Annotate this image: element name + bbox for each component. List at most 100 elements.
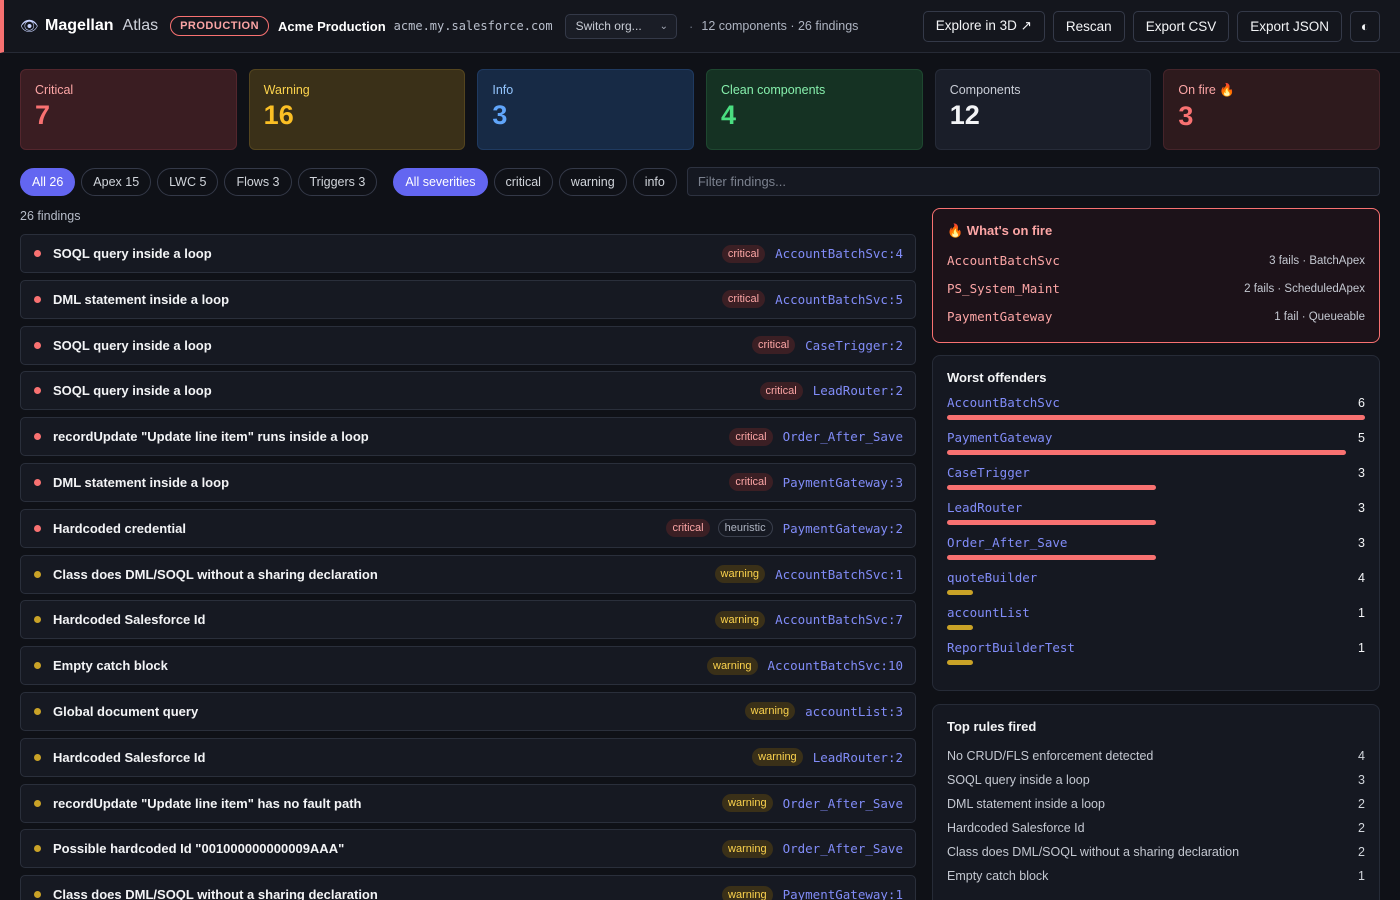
finding-location-link[interactable]: AccountBatchSvc:5 bbox=[775, 292, 903, 307]
finding-location-link[interactable]: PaymentGateway:3 bbox=[783, 475, 903, 490]
on-fire-component-link[interactable]: PaymentGateway bbox=[947, 309, 1052, 324]
rule-row[interactable]: Hardcoded Salesforce Id 2 bbox=[947, 821, 1365, 835]
filter-type-flows[interactable]: Flows 3 bbox=[224, 167, 292, 196]
offender-item[interactable]: Order_After_Save 3 bbox=[947, 535, 1365, 560]
severity-badge: warning bbox=[752, 748, 803, 767]
rule-row[interactable]: Class does DML/SOQL without a sharing de… bbox=[947, 845, 1365, 859]
offender-item[interactable]: LeadRouter 3 bbox=[947, 500, 1365, 525]
rule-row[interactable]: SOQL query inside a loop 3 bbox=[947, 773, 1365, 787]
offender-component-link[interactable]: quoteBuilder bbox=[947, 570, 1037, 585]
offender-component-link[interactable]: accountList bbox=[947, 605, 1030, 620]
finding-location-link[interactable]: Order_After_Save bbox=[783, 796, 903, 811]
on-fire-item[interactable]: PaymentGateway 1 fail · Queueable bbox=[947, 309, 1365, 324]
rule-row[interactable]: DML statement inside a loop 2 bbox=[947, 797, 1365, 811]
stat-card-critical[interactable]: Critical 7 bbox=[20, 69, 237, 150]
finding-row[interactable]: SOQL query inside a loop critical LeadRout… bbox=[20, 371, 916, 411]
finding-title: Hardcoded Salesforce Id bbox=[53, 749, 206, 765]
offender-component-link[interactable]: Order_After_Save bbox=[947, 535, 1067, 550]
finding-tags: critical Order_After_Save bbox=[729, 427, 903, 446]
filter-severity-all[interactable]: All severities bbox=[393, 167, 488, 196]
brand[interactable]: 👁 Magellan Atlas bbox=[20, 17, 158, 35]
offender-item[interactable]: AccountBatchSvc 6 bbox=[947, 395, 1365, 420]
finding-location-link[interactable]: LeadRouter:2 bbox=[813, 750, 903, 765]
rule-name: DML statement inside a loop bbox=[947, 797, 1105, 811]
finding-row[interactable]: Hardcoded Salesforce Id warning LeadRouter… bbox=[20, 737, 916, 777]
offender-count: 3 bbox=[1358, 535, 1365, 550]
top-rules-title: Top rules fired bbox=[947, 719, 1037, 734]
on-fire-component-link[interactable]: PS_System_Maint bbox=[947, 281, 1060, 296]
finding-row[interactable]: SOQL query inside a loop critical AccountB… bbox=[20, 234, 916, 273]
finding-location-link[interactable]: accountList:3 bbox=[805, 704, 903, 719]
severity-dot-icon bbox=[34, 250, 41, 257]
stat-card-warning[interactable]: Warning 16 bbox=[248, 69, 466, 150]
explore-3d-button[interactable]: Explore in 3D ↗ bbox=[922, 10, 1045, 42]
finding-row[interactable]: Possible hardcoded Id "001000000000009AA… bbox=[20, 829, 916, 869]
stat-label: Warning bbox=[263, 83, 310, 97]
chevron-down-icon: ⌄ bbox=[659, 20, 669, 32]
finding-location-link[interactable]: CaseTrigger:2 bbox=[805, 338, 903, 353]
offender-component-link[interactable]: PaymentGateway bbox=[947, 430, 1052, 445]
stat-card-info[interactable]: Info 3 bbox=[477, 69, 695, 150]
finding-row[interactable]: recordUpdate "Update line item" runs ins… bbox=[20, 417, 916, 457]
severity-badge: warning bbox=[722, 794, 773, 813]
offender-component-link[interactable]: LeadRouter bbox=[947, 500, 1022, 515]
finding-tags: warning PaymentGateway:1 bbox=[722, 885, 903, 900]
switch-org-select[interactable]: Switch org... ⌄ bbox=[564, 13, 678, 39]
finding-location-link[interactable]: AccountBatchSvc:10 bbox=[768, 658, 903, 673]
theme-toggle-icon[interactable]: ◐ bbox=[1350, 10, 1380, 42]
finding-row[interactable]: recordUpdate "Update line item" has no f… bbox=[20, 783, 916, 823]
stat-card-on-fire[interactable]: On fire 🔥 3 bbox=[1163, 69, 1381, 150]
severity-badge: critical bbox=[751, 336, 796, 355]
finding-tags: warning AccountBatchSvc:1 bbox=[714, 565, 903, 584]
rule-row[interactable]: No CRUD/FLS enforcement detected 4 bbox=[947, 749, 1365, 763]
filter-type-triggers[interactable]: Triggers 3 bbox=[297, 167, 378, 196]
export-json-button[interactable]: Export JSON bbox=[1237, 10, 1342, 42]
finding-location-link[interactable]: AccountBatchSvc:7 bbox=[775, 612, 903, 627]
finding-location-link[interactable]: AccountBatchSvc:1 bbox=[775, 567, 903, 582]
severity-dot-icon bbox=[34, 341, 41, 349]
finding-row[interactable]: Empty catch block warning AccountBatchSvc:… bbox=[20, 646, 916, 686]
finding-row[interactable]: Class does DML/SOQL without a sharing de… bbox=[20, 875, 916, 900]
on-fire-component-link[interactable]: AccountBatchSvc bbox=[947, 253, 1060, 268]
finding-row[interactable]: Hardcoded Salesforce Id warning AccountBat… bbox=[20, 600, 916, 640]
offender-item[interactable]: PaymentGateway 5 bbox=[947, 430, 1365, 455]
filter-type-all[interactable]: All 26 bbox=[20, 167, 76, 196]
severity-badge: critical bbox=[721, 244, 766, 263]
finding-row[interactable]: DML statement inside a loop critical Payme… bbox=[20, 462, 916, 502]
offender-component-link[interactable]: ReportBuilderTest bbox=[947, 640, 1075, 655]
finding-location-link[interactable]: Order_After_Save bbox=[783, 841, 903, 856]
on-fire-item[interactable]: PS_System_Maint 2 fails · ScheduledApex bbox=[947, 281, 1365, 296]
rule-row[interactable]: Empty catch block 1 bbox=[947, 869, 1365, 883]
on-fire-item[interactable]: AccountBatchSvc 3 fails · BatchApex bbox=[947, 253, 1365, 268]
finding-location-link[interactable]: LeadRouter:2 bbox=[813, 383, 903, 398]
findings-search-input[interactable] bbox=[686, 167, 1380, 196]
filter-severity-info[interactable]: info bbox=[632, 167, 677, 196]
stat-card-components[interactable]: Components 12 bbox=[934, 69, 1152, 150]
rescan-button[interactable]: Rescan bbox=[1052, 10, 1125, 42]
filter-severity-critical[interactable]: critical bbox=[493, 167, 553, 196]
offender-component-link[interactable]: AccountBatchSvc bbox=[947, 395, 1060, 410]
filter-type-apex[interactable]: Apex 15 bbox=[81, 167, 152, 196]
offender-item[interactable]: ReportBuilderTest 1 bbox=[947, 640, 1365, 665]
filter-type-lwc[interactable]: LWC 5 bbox=[157, 167, 219, 196]
export-csv-button[interactable]: Export CSV bbox=[1132, 10, 1230, 42]
stat-label: Clean components bbox=[721, 83, 826, 97]
severity-dot-icon bbox=[34, 478, 41, 486]
finding-row[interactable]: Class does DML/SOQL without a sharing de… bbox=[20, 554, 916, 594]
finding-row[interactable]: DML statement inside a loop critical Accou… bbox=[20, 279, 916, 319]
finding-title: Hardcoded credential bbox=[53, 520, 186, 536]
finding-row[interactable]: Global document query warning accountList:… bbox=[20, 691, 916, 731]
finding-location-link[interactable]: Order_After_Save bbox=[783, 429, 903, 444]
offender-item[interactable]: accountList 1 bbox=[947, 605, 1365, 630]
offender-component-link[interactable]: CaseTrigger bbox=[947, 465, 1030, 480]
finding-location-link[interactable]: AccountBatchSvc:4 bbox=[775, 246, 903, 261]
finding-location-link[interactable]: PaymentGateway:1 bbox=[783, 887, 903, 900]
finding-row[interactable]: Hardcoded credential critical heuristic Pay… bbox=[20, 508, 916, 548]
finding-location-link[interactable]: PaymentGateway:2 bbox=[783, 521, 903, 536]
stat-label: Components bbox=[949, 83, 1021, 97]
stat-card-clean[interactable]: Clean components 4 bbox=[706, 69, 923, 150]
offender-item[interactable]: quoteBuilder 4 bbox=[947, 570, 1365, 595]
finding-row[interactable]: SOQL query inside a loop critical CaseTrig… bbox=[20, 325, 916, 365]
filter-severity-warning[interactable]: warning bbox=[558, 167, 627, 196]
offender-item[interactable]: CaseTrigger 3 bbox=[947, 465, 1365, 490]
